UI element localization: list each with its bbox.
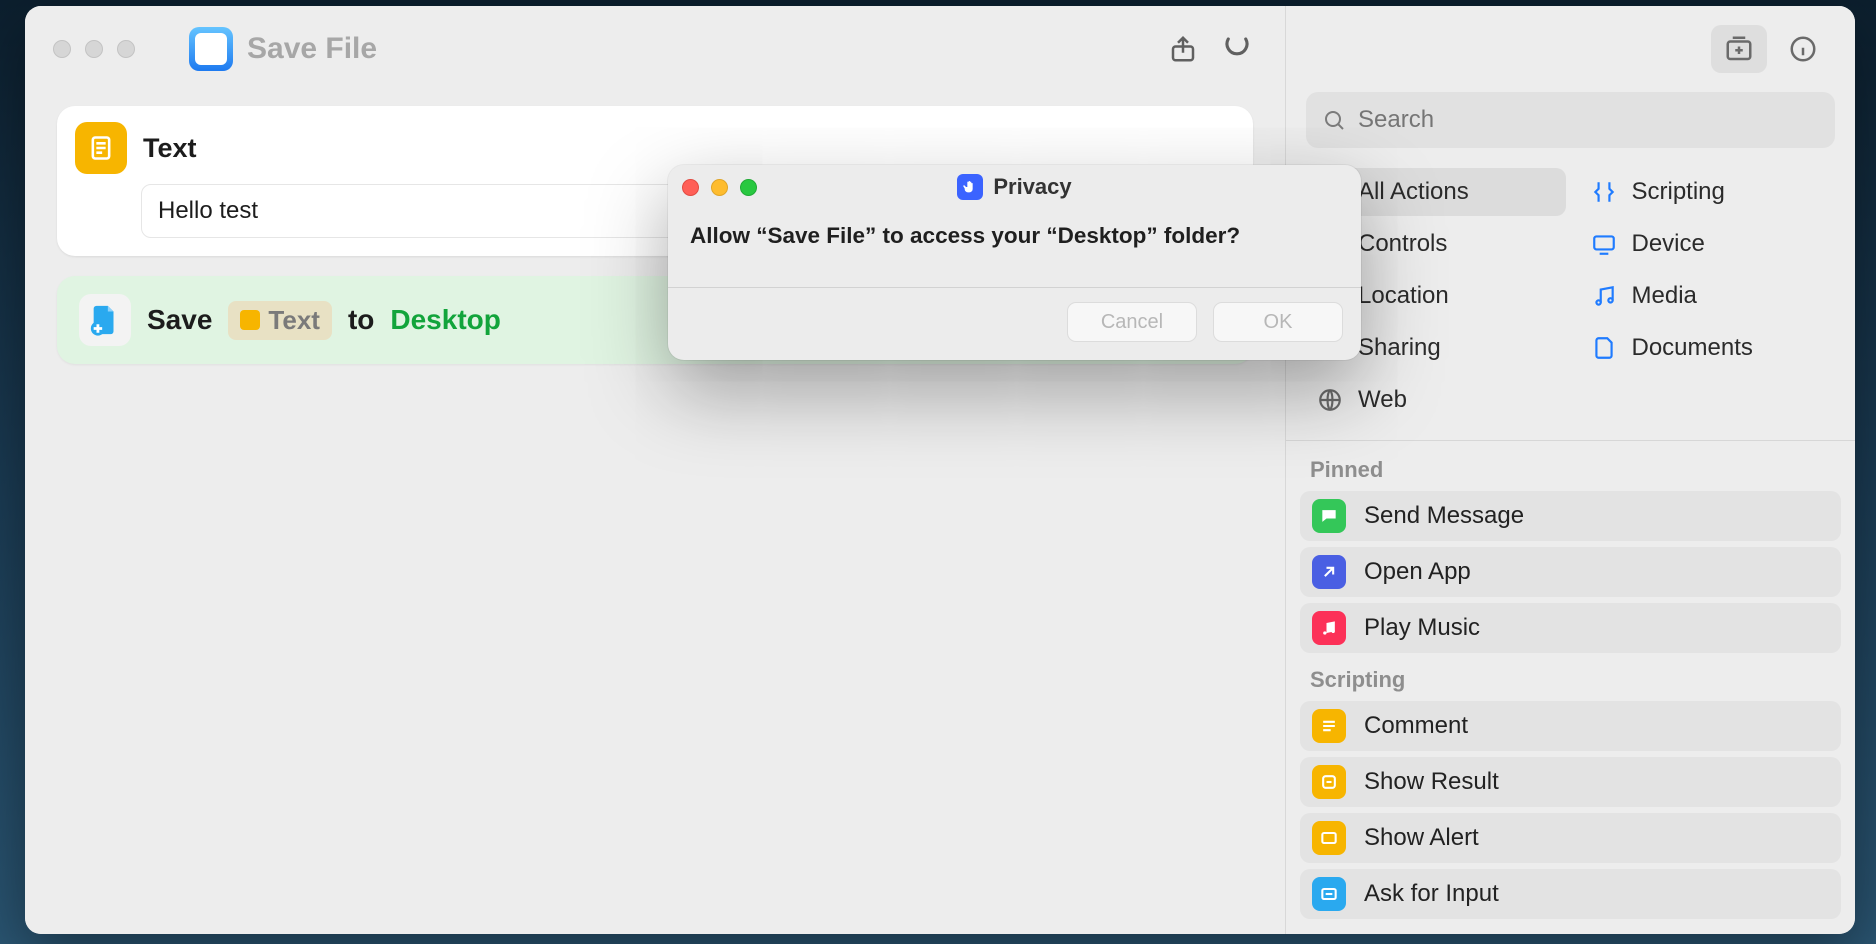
window-zoom-button[interactable] [117, 40, 135, 58]
section-title-pinned: Pinned [1286, 443, 1855, 491]
category-label: Device [1632, 230, 1705, 258]
show-alert-icon [1312, 821, 1346, 855]
library-add-button[interactable] [1711, 25, 1767, 73]
action-comment[interactable]: Comment [1300, 701, 1841, 751]
category-label: Media [1632, 282, 1697, 310]
documents-icon [1590, 334, 1618, 362]
library-info-button[interactable] [1775, 25, 1831, 73]
category-web[interactable]: Web [1302, 376, 1566, 424]
window-minimize-button[interactable] [85, 40, 103, 58]
save-input-label: Text [268, 305, 320, 336]
messages-icon [1312, 499, 1346, 533]
category-label: All Actions [1358, 178, 1469, 206]
dialog-cancel-button[interactable]: Cancel [1067, 302, 1197, 342]
show-result-icon [1312, 765, 1346, 799]
category-device[interactable]: Device [1576, 220, 1840, 268]
category-grid: All Actions Scripting Controls Device Lo… [1286, 160, 1855, 438]
save-file-icon [79, 294, 131, 346]
category-label: Controls [1358, 230, 1447, 258]
window-close-button[interactable] [53, 40, 71, 58]
device-icon [1590, 230, 1618, 258]
dialog-titlebar: Privacy [668, 165, 1361, 209]
category-label: Sharing [1358, 334, 1441, 362]
dialog-title: Privacy [993, 174, 1071, 200]
action-play-music[interactable]: Play Music [1300, 603, 1841, 653]
ask-input-icon [1312, 877, 1346, 911]
action-label: Send Message [1364, 502, 1524, 530]
action-open-app[interactable]: Open App [1300, 547, 1841, 597]
action-show-result[interactable]: Show Result [1300, 757, 1841, 807]
dialog-minimize-button[interactable] [711, 179, 728, 196]
editor-pane: Save File Text Hello test [25, 6, 1285, 934]
scripting-icon [1590, 178, 1618, 206]
action-ask-for-input[interactable]: Ask for Input [1300, 869, 1841, 919]
action-show-alert[interactable]: Show Alert [1300, 813, 1841, 863]
category-label: Web [1358, 386, 1407, 414]
dialog-zoom-button[interactable] [740, 179, 757, 196]
dialog-ok-button[interactable]: OK [1213, 302, 1343, 342]
action-label: Show Alert [1364, 824, 1479, 852]
privacy-hand-icon [957, 174, 983, 200]
category-media[interactable]: Media [1576, 272, 1840, 320]
open-app-icon [1312, 555, 1346, 589]
save-verb: Save [147, 304, 212, 336]
share-button[interactable] [1163, 29, 1203, 69]
save-destination[interactable]: Desktop [390, 304, 500, 336]
comment-icon [1312, 709, 1346, 743]
privacy-dialog: Privacy Allow “Save File” to access your… [668, 165, 1361, 360]
action-label: Show Result [1364, 768, 1499, 796]
media-icon [1590, 282, 1618, 310]
action-label: Ask for Input [1364, 880, 1499, 908]
shortcut-title: Save File [247, 32, 377, 66]
text-icon [75, 122, 127, 174]
category-documents[interactable]: Documents [1576, 324, 1840, 372]
text-token-icon [240, 310, 260, 330]
action-label: Comment [1364, 712, 1468, 740]
text-action-title: Text [143, 133, 197, 164]
library-toolbar [1286, 6, 1855, 92]
save-input-token[interactable]: Text [228, 301, 332, 340]
app-window: Save File Text Hello test [25, 6, 1855, 934]
search-icon [1322, 108, 1346, 132]
dialog-traffic-lights [682, 179, 757, 196]
action-label: Play Music [1364, 614, 1480, 642]
action-label: Open App [1364, 558, 1471, 586]
category-label: Location [1358, 282, 1449, 310]
library-pane: All Actions Scripting Controls Device Lo… [1285, 6, 1855, 934]
run-button[interactable] [1217, 29, 1257, 69]
section-title-scripting: Scripting [1286, 653, 1855, 701]
category-label: Documents [1632, 334, 1753, 362]
dialog-close-button[interactable] [682, 179, 699, 196]
web-icon [1316, 386, 1344, 414]
finder-icon [189, 27, 233, 71]
library-search-input[interactable] [1358, 106, 1819, 134]
category-scripting[interactable]: Scripting [1576, 168, 1840, 216]
window-traffic-lights [53, 40, 135, 58]
action-send-message[interactable]: Send Message [1300, 491, 1841, 541]
library-search[interactable] [1306, 92, 1835, 148]
dialog-message: Allow “Save File” to access your “Deskto… [690, 223, 1339, 249]
category-label: Scripting [1632, 178, 1725, 206]
music-icon [1312, 611, 1346, 645]
window-titlebar: Save File [25, 6, 1285, 92]
save-to-label: to [348, 304, 374, 336]
